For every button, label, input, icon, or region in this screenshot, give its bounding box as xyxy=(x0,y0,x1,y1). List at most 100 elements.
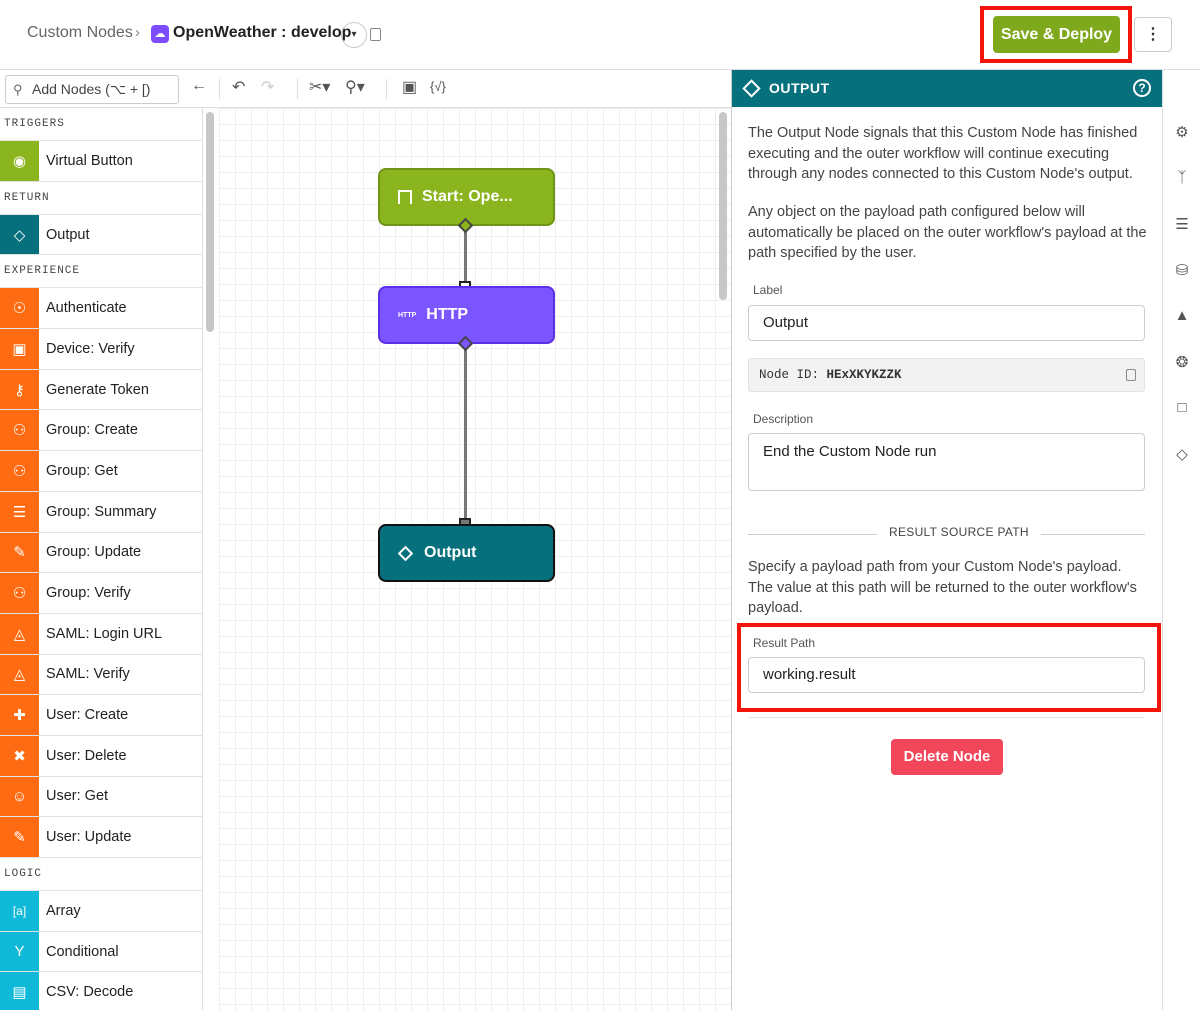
sidebar-item[interactable]: ✖ User: Delete xyxy=(0,735,202,777)
sidebar-item[interactable]: ☉ Authenticate xyxy=(0,288,202,330)
sidebar-item[interactable]: ✎ Group: Update xyxy=(0,532,202,574)
panel-description: The Output Node signals that this Custom… xyxy=(748,125,1138,182)
node-id-value: HExXKYKZZK xyxy=(826,368,902,382)
branch-icon: Y xyxy=(0,931,39,972)
redo-icon[interactable]: ↷ xyxy=(261,77,274,97)
chart-icon[interactable]: ▲ xyxy=(1172,307,1192,324)
canvas-toolbar: ⚲ Add Nodes (⌥ + [) ← ↶ ↷ ✂▾ ⚲▾ ▣ {√} xyxy=(0,70,731,108)
toolbar-divider xyxy=(297,79,298,99)
sidebar-item[interactable]: ▤ CSV: Decode xyxy=(0,972,202,1010)
add-nodes-search-input[interactable]: ⚲ Add Nodes (⌥ + [) xyxy=(5,75,179,104)
copy-icon[interactable] xyxy=(370,28,381,41)
trigger-icon xyxy=(398,190,412,204)
sidebar-item[interactable]: ◉ Virtual Button xyxy=(0,141,202,182)
database-icon[interactable]: ⛁ xyxy=(1172,261,1192,279)
http-node[interactable]: HTTP HTTP xyxy=(378,286,555,344)
properties-panel: OUTPUT ? The Output Node signals that th… xyxy=(731,70,1163,1010)
branch-icon[interactable]: ᛉ xyxy=(1172,169,1192,186)
sidebar-item[interactable]: ◬ SAML: Login URL xyxy=(0,613,202,655)
save-deploy-button[interactable]: Save & Deploy xyxy=(993,16,1120,53)
sidebar-item-label: Generate Token xyxy=(46,381,149,398)
undo-icon[interactable]: ↶ xyxy=(232,77,245,97)
start-node[interactable]: Start: Ope... xyxy=(378,168,555,226)
node-id-prefix: Node ID: xyxy=(759,368,820,382)
user-edit-icon: ✎ xyxy=(0,817,39,857)
sidebar-item[interactable]: ⚇ Group: Create xyxy=(0,410,202,452)
search-icon: ⚲ xyxy=(13,82,23,97)
scissors-icon[interactable]: ✂▾ xyxy=(309,77,330,97)
sidebar-item[interactable]: ◬ SAML: Verify xyxy=(0,654,202,696)
label-input[interactable]: Output xyxy=(748,305,1145,341)
sidebar-item[interactable]: ✚ User: Create xyxy=(0,695,202,736)
sidebar-item[interactable]: ☺ User: Get xyxy=(0,776,202,818)
group-summary-icon: ☰ xyxy=(0,491,39,532)
sidebar-item-label: Group: Summary xyxy=(46,503,157,520)
sidebar-item-label: Authenticate xyxy=(46,300,127,317)
sidebar-item[interactable]: [a] Array xyxy=(0,891,202,932)
sidebar-item-label: Group: Get xyxy=(46,462,118,479)
toolbar-divider xyxy=(219,79,220,99)
sidebar-scrollbar[interactable] xyxy=(206,112,214,332)
sidebar-item-label: Group: Update xyxy=(46,544,142,561)
section-description: Specify a payload path from your Custom … xyxy=(748,559,1137,616)
more-options-button[interactable]: ⋮ xyxy=(1134,17,1172,52)
bug-icon[interactable]: ❂ xyxy=(1172,353,1192,371)
version-dropdown-button[interactable]: ▾ xyxy=(341,22,367,48)
user-delete-icon: ✖ xyxy=(0,735,39,776)
csv-icon: ▤ xyxy=(0,972,39,1010)
collapse-arrow-icon[interactable]: ← xyxy=(191,77,207,95)
breadcrumb-app-name[interactable]: OpenWeather : develop xyxy=(173,24,351,42)
panel-header: OUTPUT ? xyxy=(732,70,1163,107)
list-icon[interactable]: ☰ xyxy=(1172,215,1192,233)
http-icon: HTTP xyxy=(398,311,417,319)
label-field-label: Label xyxy=(753,283,783,297)
diamond-icon: ◇ xyxy=(0,214,39,255)
start-node-label: Start: Ope... xyxy=(422,188,513,205)
section-title: RESULT SOURCE PATH xyxy=(877,525,1041,539)
workflow-canvas[interactable]: Start: Ope... HTTP HTTP Output xyxy=(219,108,731,1010)
sidebar-item[interactable]: ☰ Group: Summary xyxy=(0,491,202,533)
sidebar-item-label: Virtual Button xyxy=(46,152,133,169)
description-textarea[interactable]: End the Custom Node run xyxy=(748,433,1145,491)
breadcrumb-custom-nodes[interactable]: Custom Nodes xyxy=(27,24,133,42)
gear-icon[interactable]: ⚙ xyxy=(1172,123,1192,141)
panel-description-2: Any object on the payload path configure… xyxy=(748,204,1147,261)
expression-icon[interactable]: {√} xyxy=(430,79,446,94)
radio-icon: ◉ xyxy=(0,141,39,181)
sidebar-item[interactable]: ⚷ Generate Token xyxy=(0,369,202,411)
diamond-icon[interactable]: ◇ xyxy=(1172,445,1192,463)
saml-icon: ◬ xyxy=(0,613,39,654)
add-comment-icon[interactable]: ▣ xyxy=(402,77,417,97)
copy-icon[interactable] xyxy=(1126,369,1136,381)
sidebar-item[interactable]: ▣ Device: Verify xyxy=(0,329,202,370)
top-bar: Custom Nodes › ☁ OpenWeather : develop ▾… xyxy=(0,0,1200,70)
sidebar-item[interactable]: ✎ User: Update xyxy=(0,817,202,858)
output-node[interactable]: Output xyxy=(378,524,555,582)
output-node-label: Output xyxy=(424,544,477,561)
device-icon: ▣ xyxy=(0,329,39,369)
group-verify-icon: ⚇ xyxy=(0,573,39,613)
sidebar-item[interactable]: Y Conditional xyxy=(0,931,202,973)
toolbar-divider xyxy=(386,79,387,99)
array-icon: [a] xyxy=(0,891,39,931)
fingerprint-icon: ☉ xyxy=(0,288,39,329)
sidebar-item[interactable]: ⚇ Group: Verify xyxy=(0,573,202,614)
divider xyxy=(748,717,1145,718)
sidebar-item[interactable]: ◇ Output xyxy=(0,214,202,256)
sidebar-item-label: User: Delete xyxy=(46,747,127,764)
sidebar-item-label: User: Create xyxy=(46,707,129,724)
result-path-label: Result Path xyxy=(753,636,816,650)
trigger-icon[interactable]: □ xyxy=(1172,399,1192,416)
help-icon[interactable]: ? xyxy=(1133,79,1151,97)
result-path-input[interactable]: working.result xyxy=(748,657,1145,693)
canvas-scrollbar[interactable] xyxy=(719,112,727,300)
user-get-icon: ☺ xyxy=(0,776,39,817)
delete-node-button[interactable]: Delete Node xyxy=(891,739,1003,775)
sidebar-item[interactable]: ⚇ Group: Get xyxy=(0,451,202,492)
zoom-icon[interactable]: ⚲▾ xyxy=(345,77,365,97)
category-header: TRIGGERS xyxy=(0,108,202,141)
sidebar-item-label: SAML: Verify xyxy=(46,666,130,683)
connector-line xyxy=(464,344,467,524)
sidebar-item-label: Device: Verify xyxy=(46,340,135,357)
sidebar-item-label: SAML: Login URL xyxy=(46,625,163,642)
